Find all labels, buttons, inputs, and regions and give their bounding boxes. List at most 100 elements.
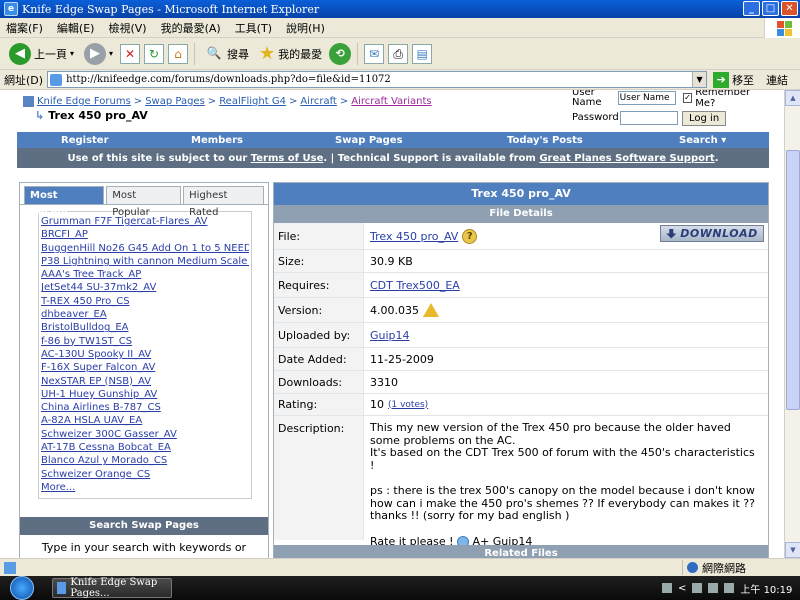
file-row: File: Trex 450 pro_AV ? DOWNLOAD	[274, 223, 768, 250]
breadcrumb-aircraft-variants[interactable]: Aircraft Variants	[351, 96, 431, 107]
download-button[interactable]: DOWNLOAD	[660, 225, 764, 242]
address-input[interactable]: http://knifeedge.com/forums/downloads.ph…	[47, 71, 708, 88]
breadcrumb-swap-pages[interactable]: Swap Pages	[145, 96, 205, 107]
flag-icon[interactable]	[724, 583, 735, 593]
home-icon[interactable]: ⌂	[168, 43, 189, 64]
list-item[interactable]: F-16X Super Falcon_AV	[41, 361, 249, 374]
scroll-thumb[interactable]	[786, 150, 800, 410]
list-item[interactable]: JetSet44 SU-37mk2_AV	[41, 281, 249, 294]
uploader-link[interactable]: Guip14	[370, 329, 410, 342]
clock[interactable]: 上午 10:19	[740, 581, 792, 596]
menu-help[interactable]: 說明(H)	[286, 20, 325, 36]
menu-favorites[interactable]: 我的最愛(A)	[161, 20, 221, 36]
rating-votes-link[interactable]: (1 votes)	[388, 400, 428, 410]
list-item[interactable]: BristolBulldog_EA	[41, 321, 249, 334]
remember-me[interactable]: ✓ Remember Me?	[682, 90, 769, 109]
nav-search[interactable]: Search ▾	[679, 135, 726, 146]
uploaded-by-row: Uploaded by: Guip14	[274, 323, 768, 348]
terms-of-use-link[interactable]: Terms of Use	[251, 153, 324, 164]
list-item[interactable]: Schweizer Orange_CS	[41, 468, 249, 481]
list-item[interactable]: f-86 by TW1ST_CS	[41, 335, 249, 348]
breadcrumb-separator: >	[207, 96, 217, 107]
back-button[interactable]: ◀ 上一頁 ▾	[6, 41, 77, 67]
menu-edit[interactable]: 編輯(E)	[57, 20, 95, 36]
edit-icon[interactable]: ▤	[412, 43, 433, 64]
file-label: File:	[274, 223, 364, 249]
print-icon[interactable]: ⎙	[388, 43, 409, 64]
date-added-row: Date Added: 11-25-2009	[274, 348, 768, 371]
tab-most-popular[interactable]: Most Popular	[106, 186, 182, 218]
more-link[interactable]: More...	[41, 481, 249, 494]
list-item[interactable]: dhbeaver_EA	[41, 308, 249, 321]
keyboard-icon[interactable]	[662, 583, 672, 593]
address-bar: 網址(D) http://knifeedge.com/forums/downlo…	[0, 70, 800, 90]
search-button[interactable]: 🔍 搜尋	[201, 41, 252, 67]
start-button[interactable]	[10, 576, 34, 600]
nav-members[interactable]: Members	[191, 135, 243, 146]
nav-swap-pages[interactable]: Swap Pages	[335, 135, 403, 146]
list-item[interactable]: P38 Lightning with cannon Medium Scale_	[41, 255, 249, 268]
version-row: Version: 4.00.035	[274, 298, 768, 323]
favorites-button[interactable]: ★ 我的最愛	[256, 41, 325, 67]
list-item[interactable]: AT-17B Cessna Bobcat_EA	[41, 441, 249, 454]
minimize-button[interactable]: _	[743, 1, 760, 16]
tray-expand-icon[interactable]: <	[678, 583, 686, 594]
dropdown-icon[interactable]: ▾	[70, 49, 74, 58]
remember-checkbox[interactable]: ✓	[682, 93, 693, 103]
tab-highest-rated[interactable]: Highest Rated	[183, 186, 264, 218]
list-item[interactable]: BRCFI_AP	[41, 228, 249, 241]
maximize-button[interactable]: □	[762, 1, 779, 16]
file-name-link[interactable]: Trex 450 pro_AV	[370, 230, 458, 243]
links-button[interactable]: 連結	[766, 72, 788, 88]
forward-button[interactable]: ▶ ▾	[81, 41, 116, 67]
help-icon[interactable]: ?	[462, 228, 478, 244]
taskbar: Knife Edge Swap Pages... < 上午 10:19	[0, 576, 800, 600]
menu-view[interactable]: 檢視(V)	[108, 20, 146, 36]
dropdown-icon[interactable]: ▾	[109, 49, 113, 58]
list-item[interactable]: China Airlines B-787_CS	[41, 401, 249, 414]
list-item[interactable]: AAA's Tree Track_AP	[41, 268, 249, 281]
breadcrumb-knife-edge-forums[interactable]: Knife Edge Forums	[37, 96, 131, 107]
network-icon[interactable]	[692, 583, 703, 593]
nav-register[interactable]: Register	[61, 135, 109, 146]
requires-row: Requires: CDT Trex500_EA	[274, 273, 768, 298]
breadcrumb-aircraft[interactable]: Aircraft	[300, 96, 337, 107]
address-dropdown-icon[interactable]: ▼	[692, 72, 707, 87]
list-item[interactable]: T-REX 450 Pro_CS	[41, 295, 249, 308]
list-item[interactable]: AC-130U Spooky II_AV	[41, 348, 249, 361]
list-item[interactable]: NexSTAR EP (NSB)_AV	[41, 375, 249, 388]
stop-icon[interactable]: ✕	[120, 43, 141, 64]
volume-icon[interactable]	[708, 583, 719, 593]
refresh-icon[interactable]: ↻	[144, 43, 165, 64]
menu-tools[interactable]: 工具(T)	[235, 20, 272, 36]
password-input[interactable]	[620, 111, 678, 125]
vertical-scrollbar[interactable]: ▲ ▼	[784, 90, 800, 558]
remember-label: Remember Me?	[695, 90, 751, 109]
page-status-icon	[4, 561, 16, 574]
breadcrumb-separator: >	[288, 96, 298, 107]
list-item[interactable]: Schweizer 300C Gasser_AV	[41, 428, 249, 441]
go-button[interactable]: ➔ 移至	[713, 71, 754, 88]
list-item[interactable]: BuggenHill No26 G45 Add On 1 to 5 NEEDED	[41, 242, 249, 255]
mail-icon[interactable]: ✉	[364, 43, 385, 64]
description-row: Description: This my new version of the …	[274, 416, 768, 548]
support-link[interactable]: Great Planes Software Support	[539, 153, 714, 164]
menu-file[interactable]: 檔案(F)	[6, 20, 43, 36]
requires-link[interactable]: CDT Trex500_EA	[370, 279, 460, 292]
folder-arrow-icon: ↳	[35, 109, 45, 122]
history-icon[interactable]: ⟲	[329, 42, 352, 65]
login-button[interactable]: Log in	[682, 110, 727, 126]
scroll-up-icon[interactable]: ▲	[785, 90, 800, 106]
tab-most-recent[interactable]: Most Recent	[24, 186, 105, 218]
scroll-down-icon[interactable]: ▼	[785, 542, 800, 558]
list-item[interactable]: Blanco Azul y Morado_CS	[41, 454, 249, 467]
taskbar-window-button[interactable]: Knife Edge Swap Pages...	[52, 577, 172, 599]
internet-zone: 網際網路	[682, 560, 746, 575]
close-button[interactable]: ✕	[781, 1, 798, 16]
list-item[interactable]: UH-1 Huey Gunship_AV	[41, 388, 249, 401]
username-input[interactable]	[617, 91, 676, 105]
list-item[interactable]: A-82A HSLA UAV_EA	[41, 414, 249, 427]
breadcrumb-realflight-g4[interactable]: RealFlight G4	[219, 96, 286, 107]
notice-text: . | Technical Support is available from	[323, 152, 540, 164]
nav-todays-posts[interactable]: Today's Posts	[507, 135, 583, 146]
